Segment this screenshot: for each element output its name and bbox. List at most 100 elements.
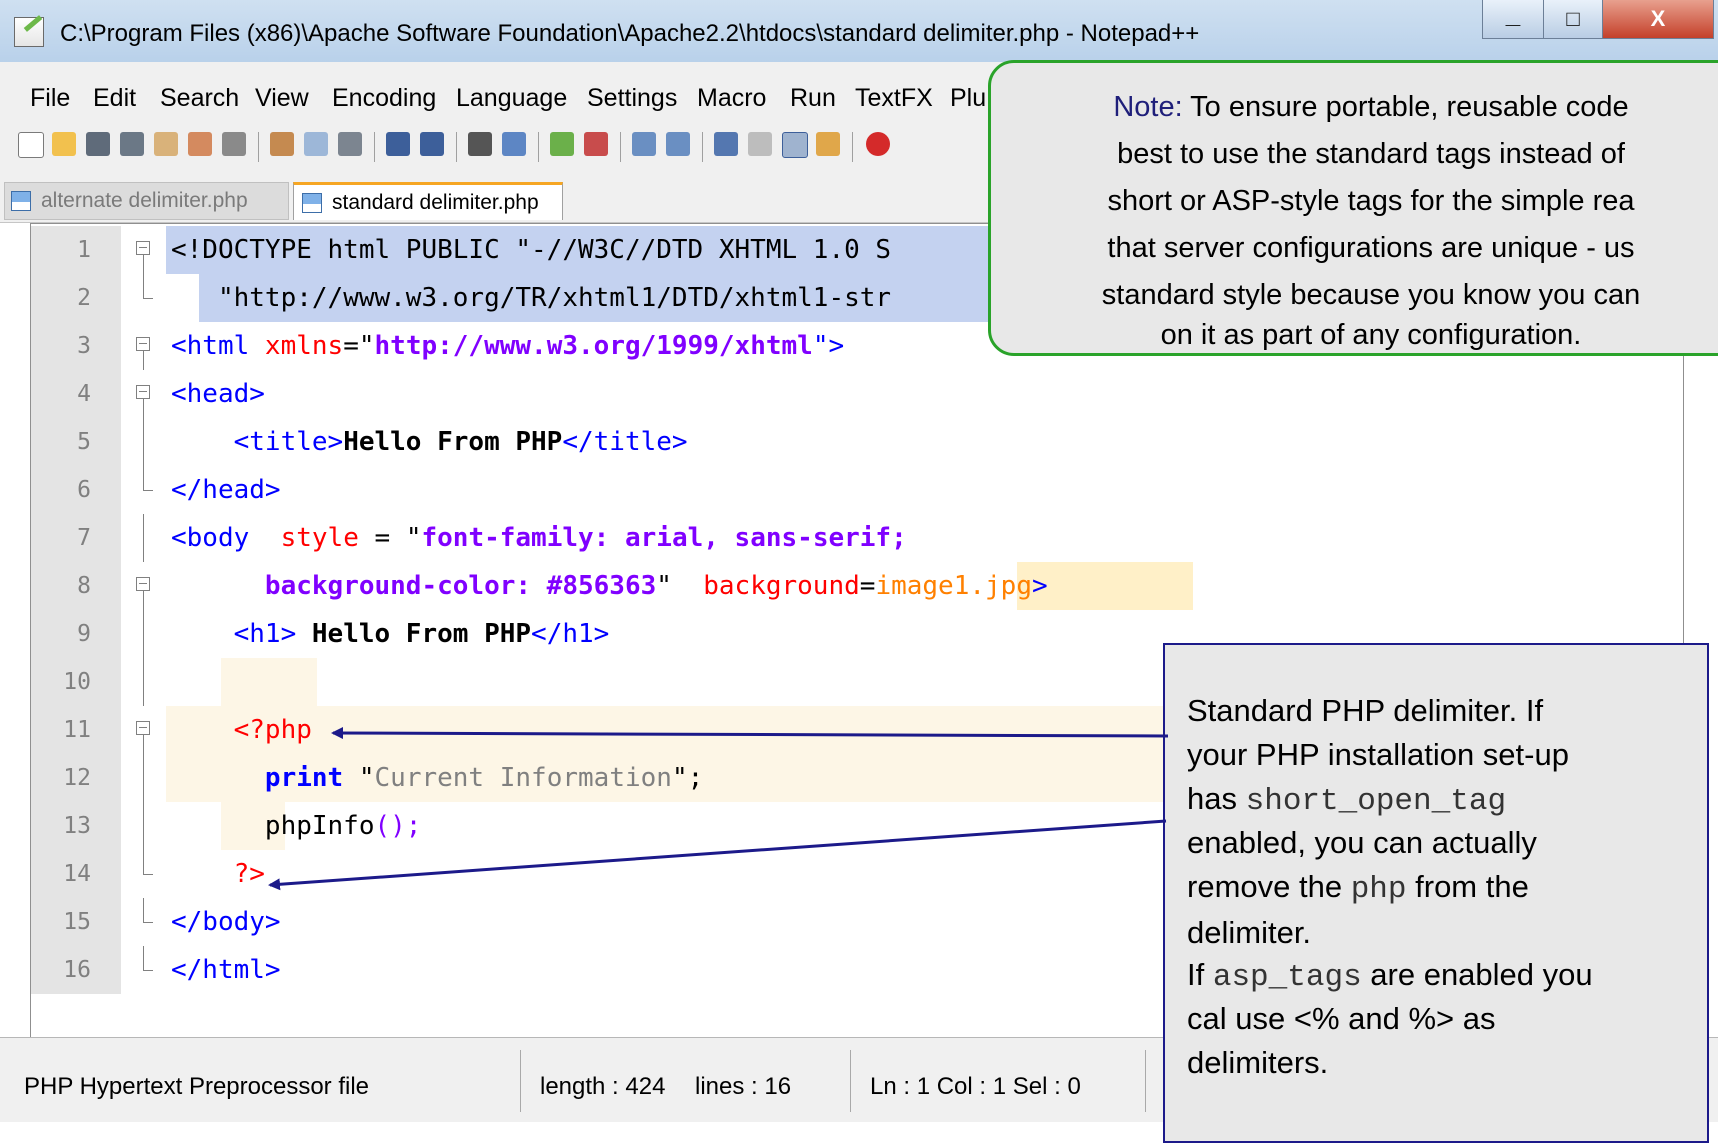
fold-toggle-icon[interactable] xyxy=(131,706,159,754)
menu-language[interactable]: Language xyxy=(456,84,567,113)
menu-run[interactable]: Run xyxy=(790,84,836,113)
line-number: 7 xyxy=(31,514,121,562)
fold-toggle-icon[interactable] xyxy=(131,322,159,370)
line-number: 16 xyxy=(31,946,121,994)
menu-view[interactable]: View xyxy=(255,84,309,113)
menu-settings[interactable]: Settings xyxy=(587,84,677,113)
tab-alternate-delimiter[interactable]: alternate delimiter.php xyxy=(4,182,289,220)
menu-macro[interactable]: Macro xyxy=(697,84,766,113)
status-lines: lines : 16 xyxy=(695,1073,792,1100)
code-token: image1.jpg xyxy=(875,571,1032,601)
zoom-out-icon[interactable] xyxy=(584,132,608,156)
code-text: "http://www.w3.org/TR/xhtml1/DTD/xhtml1-… xyxy=(171,274,891,322)
note-callout: Note: To ensure portable, reusable code … xyxy=(988,60,1718,356)
word-wrap-icon[interactable] xyxy=(714,132,738,156)
code-line[interactable]: 7 <body style = "font-family: arial, sans… xyxy=(31,514,1683,562)
callout-line: enabled, you can actually xyxy=(1187,825,1537,860)
code-token: </body> xyxy=(171,907,281,937)
fold-margin xyxy=(131,802,159,850)
print-icon[interactable] xyxy=(222,132,246,156)
open-file-icon[interactable] xyxy=(52,132,76,156)
code-token: <?php xyxy=(233,715,312,745)
save-all-icon[interactable] xyxy=(120,132,144,156)
maximize-icon: □ xyxy=(1566,6,1580,31)
code-token: Hello From PHP xyxy=(311,619,532,649)
note-text-line: short or ASP-style tags for the simple r… xyxy=(1107,185,1635,217)
sync-vertical-icon[interactable] xyxy=(632,132,656,156)
close-all-icon[interactable] xyxy=(188,132,212,156)
code-token: Current Information xyxy=(374,763,672,793)
find-icon[interactable] xyxy=(468,132,492,156)
tab-standard-delimiter[interactable]: standard delimiter.php xyxy=(293,182,563,220)
code-token: http://www.w3.org/1999/xhtml xyxy=(374,331,813,361)
code-token: <h1> xyxy=(171,619,312,649)
new-file-icon[interactable] xyxy=(18,132,44,158)
code-token: http://www.w3.org/TR/xhtml1/DTD/xhtml1-s… xyxy=(233,283,892,313)
user-language-icon[interactable] xyxy=(816,132,840,156)
maximize-button[interactable]: □ xyxy=(1543,0,1603,39)
indent-guide-icon[interactable] xyxy=(782,132,808,158)
show-all-characters-icon[interactable] xyxy=(748,132,772,156)
code-token: " xyxy=(171,283,234,313)
code-token: </html> xyxy=(171,955,281,985)
code-token: " xyxy=(656,571,704,601)
code-token: (); xyxy=(374,811,422,841)
fold-toggle-icon[interactable] xyxy=(131,562,159,610)
menu-encoding[interactable]: Encoding xyxy=(332,84,436,113)
fold-margin xyxy=(131,466,159,514)
line-number: 15 xyxy=(31,898,121,946)
close-button[interactable]: X xyxy=(1602,0,1714,39)
menu-plugins[interactable]: Plu xyxy=(950,84,986,113)
code-text: <head> xyxy=(171,370,265,418)
paste-icon[interactable] xyxy=(338,132,362,156)
fold-margin xyxy=(131,898,159,946)
line-number: 5 xyxy=(31,418,121,466)
sync-horizontal-icon[interactable] xyxy=(666,132,690,156)
minimize-button[interactable]: _ xyxy=(1482,0,1544,39)
code-text: <html xmlns="http://www.w3.org/1999/xhtm… xyxy=(171,322,844,370)
line-number: 2 xyxy=(31,274,121,322)
status-file-type: PHP Hypertext Preprocessor file xyxy=(24,1073,370,1100)
code-text: phpInfo(); xyxy=(171,802,422,850)
fold-margin xyxy=(131,418,159,466)
close-file-icon[interactable] xyxy=(154,132,178,156)
callout-text: remove the xyxy=(1187,869,1351,904)
callout-text: If xyxy=(1187,957,1213,992)
code-line[interactable]: 4 <head> xyxy=(31,370,1683,418)
notepadpp-app-icon xyxy=(14,17,44,47)
save-icon[interactable] xyxy=(86,132,110,156)
code-token: "> xyxy=(812,331,845,361)
code-line[interactable]: 8 background-color: #856363" background=… xyxy=(31,562,1683,610)
record-macro-icon[interactable] xyxy=(866,132,890,156)
code-token: font-family: arial, sans-serif; xyxy=(421,523,907,553)
redo-icon[interactable] xyxy=(420,132,444,156)
note-text-line: To ensure portable, reusable code xyxy=(1182,91,1629,123)
cut-icon[interactable] xyxy=(270,132,294,156)
zoom-in-icon[interactable] xyxy=(550,132,574,156)
undo-icon[interactable] xyxy=(386,132,410,156)
menu-search[interactable]: Search xyxy=(160,84,239,113)
fold-toggle-icon[interactable] xyxy=(131,370,159,418)
code-token: </title> xyxy=(562,427,688,457)
code-token: =" xyxy=(343,331,375,361)
code-line[interactable]: 6 </head> xyxy=(31,466,1683,514)
code-text: ?> xyxy=(171,850,265,898)
replace-icon[interactable] xyxy=(502,132,526,156)
code-line[interactable]: 5 <title>Hello From PHP</title> xyxy=(31,418,1683,466)
line-number: 12 xyxy=(31,754,121,802)
copy-icon[interactable] xyxy=(304,132,328,156)
fold-toggle-icon[interactable] xyxy=(131,226,159,274)
note-text-line: standard style because you know you can xyxy=(1101,279,1641,311)
menu-file[interactable]: File xyxy=(30,84,70,113)
code-token: print xyxy=(264,763,344,793)
callout-line: your PHP installation set-up xyxy=(1187,737,1569,772)
status-position: Ln : 1 Col : 1 Sel : 0 xyxy=(870,1073,1081,1100)
fold-margin xyxy=(131,850,159,898)
fold-margin xyxy=(131,754,159,802)
menu-textfx[interactable]: TextFX xyxy=(855,84,933,113)
menu-edit[interactable]: Edit xyxy=(93,84,136,113)
code-text: <h1> Hello From PHP</h1> xyxy=(171,610,610,658)
status-length: length : 424 xyxy=(540,1073,666,1100)
